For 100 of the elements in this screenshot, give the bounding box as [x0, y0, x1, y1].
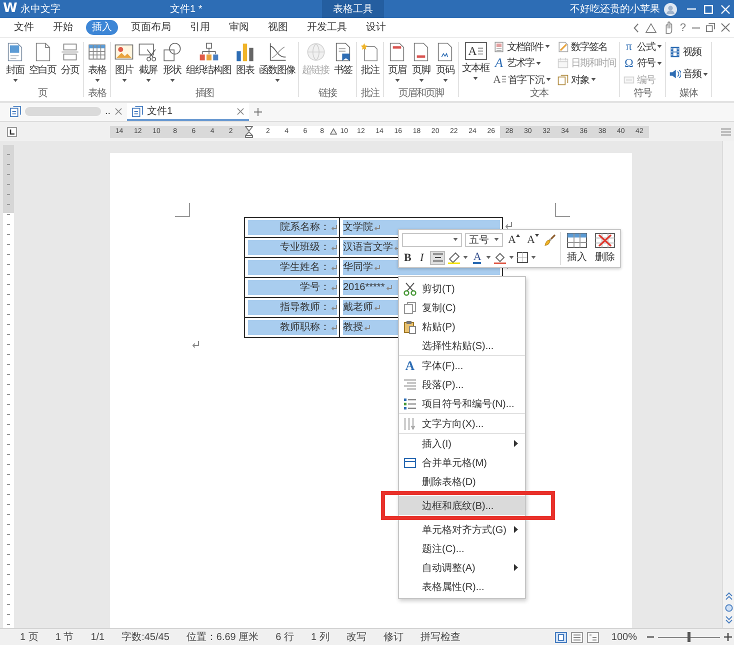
column-marker-icon[interactable]: [330, 128, 337, 135]
ribbon-button[interactable]: 视频: [668, 44, 709, 60]
grow-font-button[interactable]: A: [506, 232, 522, 246]
restore-icon[interactable]: [706, 23, 715, 32]
ribbon-button[interactable]: 形状: [161, 38, 183, 88]
ribbon-button[interactable]: 数字签名: [556, 38, 617, 54]
zoom-slider-thumb[interactable]: [688, 632, 690, 642]
menu-tab[interactable]: 开始: [47, 20, 79, 35]
ribbon-button[interactable]: 表格: [86, 38, 108, 88]
ribbon-button[interactable]: A 艺术字: [492, 55, 552, 71]
menu-item[interactable]: 文字方向(X)...: [399, 414, 525, 433]
ribbon-group-label: 插图: [196, 88, 214, 100]
ribbon-button[interactable]: 封面: [4, 38, 26, 88]
fill-color-icon[interactable]: [494, 252, 506, 264]
ribbon-button[interactable]: 音频: [668, 66, 709, 82]
align-center-button[interactable]: [430, 250, 446, 264]
three-lines-icon[interactable]: [721, 128, 731, 136]
ribbon-button[interactable]: 图片: [113, 38, 135, 88]
menu-item[interactable]: 单元格对齐方式(G): [399, 520, 525, 539]
menu-tab[interactable]: 引用: [184, 20, 216, 35]
table-cell: 专业班级：: [280, 241, 330, 254]
menu-item[interactable]: A 字体(F)...: [399, 356, 525, 375]
menu-item[interactable]: 段落(P)...: [399, 375, 525, 394]
italic-button[interactable]: I: [416, 250, 428, 264]
document-tab[interactable]: 文件1: [127, 103, 249, 121]
paragraph-mark-icon: [364, 324, 370, 330]
triangle-icon[interactable]: [644, 22, 657, 32]
menu-item[interactable]: 表格属性(R)...: [399, 577, 525, 596]
add-tab-icon[interactable]: [254, 108, 262, 116]
menu-tab[interactable]: 文件: [8, 20, 40, 35]
indent-marker-icon[interactable]: [245, 126, 253, 138]
close-icon[interactable]: [721, 23, 730, 32]
maximize-icon[interactable]: [704, 4, 713, 14]
ribbon-button[interactable]: 页脚: [410, 38, 432, 88]
ribbon-button[interactable]: 页码: [434, 38, 456, 88]
borders-icon[interactable]: [517, 252, 528, 263]
circle-icon[interactable]: [724, 604, 732, 612]
menu-item[interactable]: 剪切(T): [399, 279, 525, 298]
ribbon-button[interactable]: 书签: [332, 38, 354, 88]
ribbon-button[interactable]: 图表: [234, 38, 256, 88]
menu-item[interactable]: 题注(C)...: [399, 539, 525, 558]
ribbon-button[interactable]: 页眉: [386, 38, 408, 88]
ribbon-button[interactable]: A 首字下沉: [492, 72, 552, 88]
page-number-icon: [435, 42, 455, 62]
menu-tab[interactable]: 页面布局: [125, 20, 177, 35]
avatar-icon[interactable]: [664, 2, 677, 16]
font-size-field[interactable]: 五号: [465, 232, 503, 246]
delete-table-button[interactable]: 删除: [592, 232, 617, 265]
document-tab[interactable]: ..: [5, 103, 127, 121]
menu-item[interactable]: 边框和底纹(B)...: [399, 496, 525, 515]
help-button[interactable]: ?: [680, 22, 686, 34]
ribbon-button[interactable]: 组织结构图: [185, 38, 232, 88]
web-view-icon[interactable]: [571, 632, 584, 642]
ribbon-button[interactable]: 函数图像: [258, 38, 296, 88]
ribbon-button[interactable]: A 文本框: [461, 38, 490, 88]
bold-button[interactable]: B: [402, 250, 414, 264]
chevron-left-icon[interactable]: [632, 22, 639, 32]
page-view-icon[interactable]: [555, 632, 568, 642]
insert-table-button[interactable]: 插入: [564, 232, 589, 265]
minimize-icon[interactable]: [692, 26, 700, 28]
ribbon-button[interactable]: 截屏: [137, 38, 159, 88]
double-down-icon[interactable]: [724, 616, 732, 624]
vertical-scrollbar[interactable]: [722, 141, 734, 628]
menu-item[interactable]: 合并单元格(M): [399, 453, 525, 472]
ribbon-button[interactable]: 文档部件: [492, 38, 552, 54]
tab-stop-icon[interactable]: [7, 126, 17, 136]
font-color-button[interactable]: A: [471, 250, 484, 264]
menu-item[interactable]: 自动调整(A): [399, 558, 525, 577]
menu-tab[interactable]: 审阅: [223, 20, 255, 35]
status-text: 6 行: [276, 631, 294, 644]
menu-tab[interactable]: 设计: [360, 20, 392, 35]
menu-tab[interactable]: 插入: [86, 20, 118, 35]
close-icon[interactable]: [237, 108, 244, 114]
menu-item[interactable]: 选择性粘贴(S)...: [399, 336, 525, 355]
menu-item[interactable]: 项目符号和编号(N)...: [399, 394, 525, 413]
ribbon-button[interactable]: 分页: [59, 38, 81, 88]
ribbon-button[interactable]: Ω 符号: [622, 55, 663, 71]
font-name-field[interactable]: [402, 232, 462, 246]
menu-item[interactable]: 复制(C): [399, 298, 525, 317]
double-up-icon[interactable]: [724, 592, 732, 600]
caret-icon[interactable]: [509, 256, 514, 259]
paintbrush-icon[interactable]: [544, 234, 556, 246]
menu-item[interactable]: 删除表格(D): [399, 472, 525, 491]
close-icon[interactable]: [115, 108, 122, 114]
highlighter-icon[interactable]: [448, 252, 460, 264]
caret-icon[interactable]: [531, 256, 536, 259]
ribbon-button[interactable]: 空白页: [28, 38, 57, 88]
ribbon-group-label: 符号: [633, 88, 652, 100]
ribbon-button[interactable]: 批注: [359, 38, 381, 88]
ribbon-button[interactable]: 对象: [556, 72, 617, 88]
ribbon-button[interactable]: π 公式: [622, 38, 663, 54]
menu-item[interactable]: 粘贴(P): [399, 317, 525, 336]
org-chart-icon: [198, 42, 218, 62]
shrink-font-button[interactable]: A: [524, 232, 541, 246]
user-name[interactable]: 不好吃还贵的小苹果: [570, 2, 660, 16]
menu-tab[interactable]: 视图: [262, 20, 294, 35]
zoom-in-icon[interactable]: [724, 633, 732, 641]
menu-tab[interactable]: 开发工具: [301, 20, 353, 35]
outline-view-icon[interactable]: [587, 632, 600, 642]
menu-item[interactable]: 插入(I): [399, 434, 525, 453]
